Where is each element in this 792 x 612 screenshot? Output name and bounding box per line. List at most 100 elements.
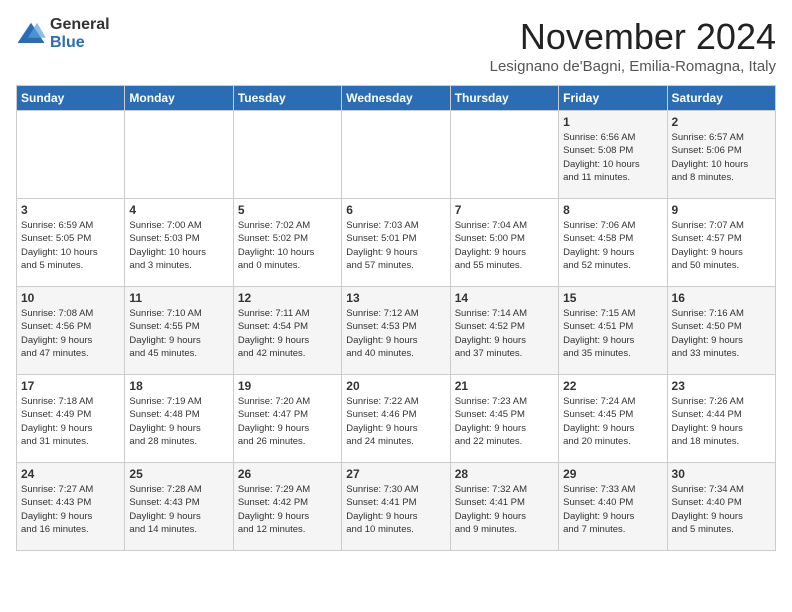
calendar-cell: 20 Sunrise: 7:22 AM Sunset: 4:46 PM Dayli… xyxy=(342,375,450,463)
weekday-header-monday: Monday xyxy=(125,86,233,111)
day-number: 30 xyxy=(672,467,771,481)
calendar-cell xyxy=(17,111,125,199)
day-number: 5 xyxy=(238,203,337,217)
day-number: 22 xyxy=(563,379,662,393)
day-number: 4 xyxy=(129,203,228,217)
day-info: Sunrise: 7:33 AM Sunset: 4:40 PM Dayligh… xyxy=(563,483,662,536)
day-info: Sunrise: 7:19 AM Sunset: 4:48 PM Dayligh… xyxy=(129,395,228,448)
day-info: Sunrise: 7:34 AM Sunset: 4:40 PM Dayligh… xyxy=(672,483,771,536)
day-number: 3 xyxy=(21,203,120,217)
day-info: Sunrise: 7:03 AM Sunset: 5:01 PM Dayligh… xyxy=(346,219,445,272)
logo-blue-text: Blue xyxy=(50,34,110,52)
calendar-cell: 24 Sunrise: 7:27 AM Sunset: 4:43 PM Dayli… xyxy=(17,463,125,551)
day-number: 28 xyxy=(455,467,554,481)
calendar-cell xyxy=(233,111,341,199)
calendar-cell: 27 Sunrise: 7:30 AM Sunset: 4:41 PM Dayli… xyxy=(342,463,450,551)
calendar-cell: 3 Sunrise: 6:59 AM Sunset: 5:05 PM Daylig… xyxy=(17,199,125,287)
calendar-cell xyxy=(450,111,558,199)
day-number: 6 xyxy=(346,203,445,217)
logo: General Blue xyxy=(16,16,110,51)
calendar-cell xyxy=(125,111,233,199)
day-info: Sunrise: 7:11 AM Sunset: 4:54 PM Dayligh… xyxy=(238,307,337,360)
title-area: November 2024 Lesignano de'Bagni, Emilia… xyxy=(490,16,776,75)
week-row-1: 1 Sunrise: 6:56 AM Sunset: 5:08 PM Daylig… xyxy=(17,111,776,199)
calendar-table: SundayMondayTuesdayWednesdayThursdayFrid… xyxy=(16,85,776,551)
week-row-4: 17 Sunrise: 7:18 AM Sunset: 4:49 PM Dayli… xyxy=(17,375,776,463)
calendar-cell: 29 Sunrise: 7:33 AM Sunset: 4:40 PM Dayli… xyxy=(559,463,667,551)
day-number: 29 xyxy=(563,467,662,481)
day-number: 17 xyxy=(21,379,120,393)
week-row-5: 24 Sunrise: 7:27 AM Sunset: 4:43 PM Dayli… xyxy=(17,463,776,551)
calendar-cell: 4 Sunrise: 7:00 AM Sunset: 5:03 PM Daylig… xyxy=(125,199,233,287)
calendar-cell: 16 Sunrise: 7:16 AM Sunset: 4:50 PM Dayli… xyxy=(667,287,775,375)
calendar-cell: 13 Sunrise: 7:12 AM Sunset: 4:53 PM Dayli… xyxy=(342,287,450,375)
day-info: Sunrise: 7:00 AM Sunset: 5:03 PM Dayligh… xyxy=(129,219,228,272)
calendar-cell: 30 Sunrise: 7:34 AM Sunset: 4:40 PM Dayli… xyxy=(667,463,775,551)
day-info: Sunrise: 7:08 AM Sunset: 4:56 PM Dayligh… xyxy=(21,307,120,360)
calendar-cell: 6 Sunrise: 7:03 AM Sunset: 5:01 PM Daylig… xyxy=(342,199,450,287)
day-info: Sunrise: 7:06 AM Sunset: 4:58 PM Dayligh… xyxy=(563,219,662,272)
month-title: November 2024 xyxy=(490,16,776,58)
day-number: 21 xyxy=(455,379,554,393)
weekday-header-tuesday: Tuesday xyxy=(233,86,341,111)
day-number: 9 xyxy=(672,203,771,217)
day-info: Sunrise: 7:18 AM Sunset: 4:49 PM Dayligh… xyxy=(21,395,120,448)
day-info: Sunrise: 7:24 AM Sunset: 4:45 PM Dayligh… xyxy=(563,395,662,448)
day-number: 19 xyxy=(238,379,337,393)
calendar-cell: 21Sunrise: 7:23 AM Sunset: 4:45 PM Dayli… xyxy=(450,375,558,463)
logo-icon xyxy=(16,19,46,49)
calendar-cell: 15 Sunrise: 7:15 AM Sunset: 4:51 PM Dayli… xyxy=(559,287,667,375)
day-info: Sunrise: 7:15 AM Sunset: 4:51 PM Dayligh… xyxy=(563,307,662,360)
day-number: 27 xyxy=(346,467,445,481)
week-row-3: 10 Sunrise: 7:08 AM Sunset: 4:56 PM Dayli… xyxy=(17,287,776,375)
location-title: Lesignano de'Bagni, Emilia-Romagna, Ital… xyxy=(490,58,776,75)
day-number: 10 xyxy=(21,291,120,305)
day-number: 15 xyxy=(563,291,662,305)
day-info: Sunrise: 7:30 AM Sunset: 4:41 PM Dayligh… xyxy=(346,483,445,536)
day-number: 13 xyxy=(346,291,445,305)
day-info: Sunrise: 7:27 AM Sunset: 4:43 PM Dayligh… xyxy=(21,483,120,536)
calendar-cell: 19 Sunrise: 7:20 AM Sunset: 4:47 PM Dayli… xyxy=(233,375,341,463)
day-info: Sunrise: 7:29 AM Sunset: 4:42 PM Dayligh… xyxy=(238,483,337,536)
week-row-2: 3 Sunrise: 6:59 AM Sunset: 5:05 PM Daylig… xyxy=(17,199,776,287)
calendar-cell: 18Sunrise: 7:19 AM Sunset: 4:48 PM Dayli… xyxy=(125,375,233,463)
day-info: Sunrise: 7:07 AM Sunset: 4:57 PM Dayligh… xyxy=(672,219,771,272)
header: General Blue November 2024 Lesignano de'… xyxy=(16,16,776,75)
day-info: Sunrise: 7:20 AM Sunset: 4:47 PM Dayligh… xyxy=(238,395,337,448)
weekday-header-row: SundayMondayTuesdayWednesdayThursdayFrid… xyxy=(17,86,776,111)
day-number: 1 xyxy=(563,115,662,129)
calendar-cell xyxy=(342,111,450,199)
calendar-cell: 10 Sunrise: 7:08 AM Sunset: 4:56 PM Dayli… xyxy=(17,287,125,375)
day-number: 24 xyxy=(21,467,120,481)
weekday-header-wednesday: Wednesday xyxy=(342,86,450,111)
day-info: Sunrise: 7:32 AM Sunset: 4:41 PM Dayligh… xyxy=(455,483,554,536)
calendar-cell: 25Sunrise: 7:28 AM Sunset: 4:43 PM Dayli… xyxy=(125,463,233,551)
day-info: Sunrise: 6:56 AM Sunset: 5:08 PM Dayligh… xyxy=(563,131,662,184)
day-number: 20 xyxy=(346,379,445,393)
day-info: Sunrise: 7:22 AM Sunset: 4:46 PM Dayligh… xyxy=(346,395,445,448)
day-info: Sunrise: 7:12 AM Sunset: 4:53 PM Dayligh… xyxy=(346,307,445,360)
day-number: 16 xyxy=(672,291,771,305)
calendar-cell: 17 Sunrise: 7:18 AM Sunset: 4:49 PM Dayli… xyxy=(17,375,125,463)
calendar-cell: 1 Sunrise: 6:56 AM Sunset: 5:08 PM Daylig… xyxy=(559,111,667,199)
day-info: Sunrise: 7:16 AM Sunset: 4:50 PM Dayligh… xyxy=(672,307,771,360)
weekday-header-sunday: Sunday xyxy=(17,86,125,111)
weekday-header-saturday: Saturday xyxy=(667,86,775,111)
day-number: 23 xyxy=(672,379,771,393)
calendar-cell: 26 Sunrise: 7:29 AM Sunset: 4:42 PM Dayli… xyxy=(233,463,341,551)
weekday-header-thursday: Thursday xyxy=(450,86,558,111)
calendar-cell: 23 Sunrise: 7:26 AM Sunset: 4:44 PM Dayli… xyxy=(667,375,775,463)
day-info: Sunrise: 7:10 AM Sunset: 4:55 PM Dayligh… xyxy=(129,307,228,360)
day-number: 14 xyxy=(455,291,554,305)
day-info: Sunrise: 6:59 AM Sunset: 5:05 PM Dayligh… xyxy=(21,219,120,272)
day-number: 12 xyxy=(238,291,337,305)
calendar-cell: 28 Sunrise: 7:32 AM Sunset: 4:41 PM Dayli… xyxy=(450,463,558,551)
calendar-cell: 8 Sunrise: 7:06 AM Sunset: 4:58 PM Daylig… xyxy=(559,199,667,287)
day-info: Sunrise: 7:14 AM Sunset: 4:52 PM Dayligh… xyxy=(455,307,554,360)
day-info: Sunrise: 7:26 AM Sunset: 4:44 PM Dayligh… xyxy=(672,395,771,448)
calendar-body: 1 Sunrise: 6:56 AM Sunset: 5:08 PM Daylig… xyxy=(17,111,776,551)
day-number: 26 xyxy=(238,467,337,481)
day-number: 8 xyxy=(563,203,662,217)
calendar-cell: 22 Sunrise: 7:24 AM Sunset: 4:45 PM Dayli… xyxy=(559,375,667,463)
calendar-cell: 7Sunrise: 7:04 AM Sunset: 5:00 PM Daylig… xyxy=(450,199,558,287)
